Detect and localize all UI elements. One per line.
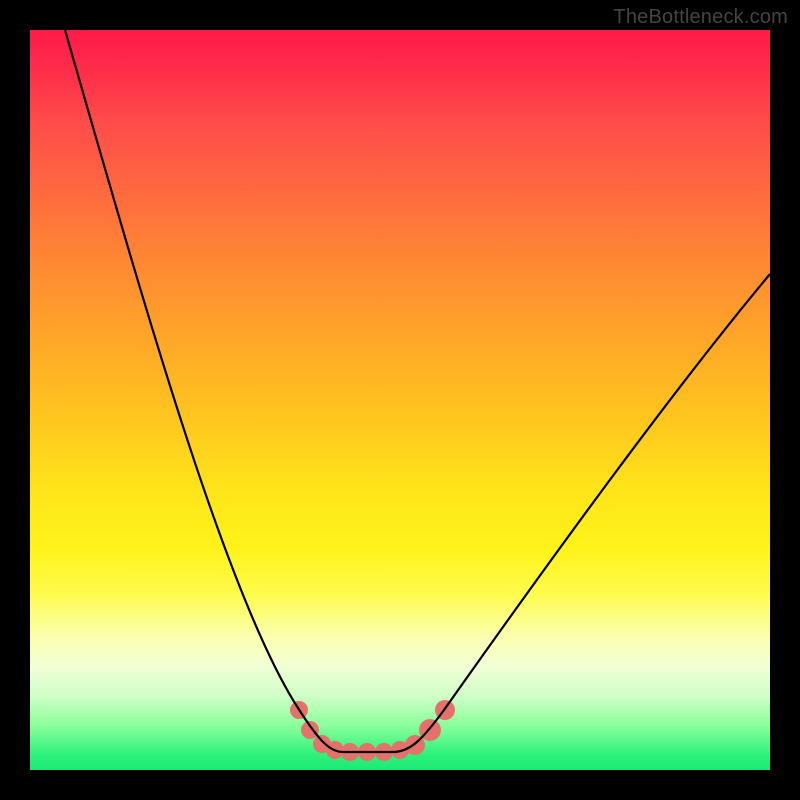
curve-marker	[301, 721, 319, 739]
bottleneck-curve-svg	[30, 30, 770, 770]
chart-frame: TheBottleneck.com	[0, 0, 800, 800]
bottleneck-curve	[65, 30, 770, 752]
plot-area	[30, 30, 770, 770]
watermark-label: TheBottleneck.com	[613, 6, 788, 29]
